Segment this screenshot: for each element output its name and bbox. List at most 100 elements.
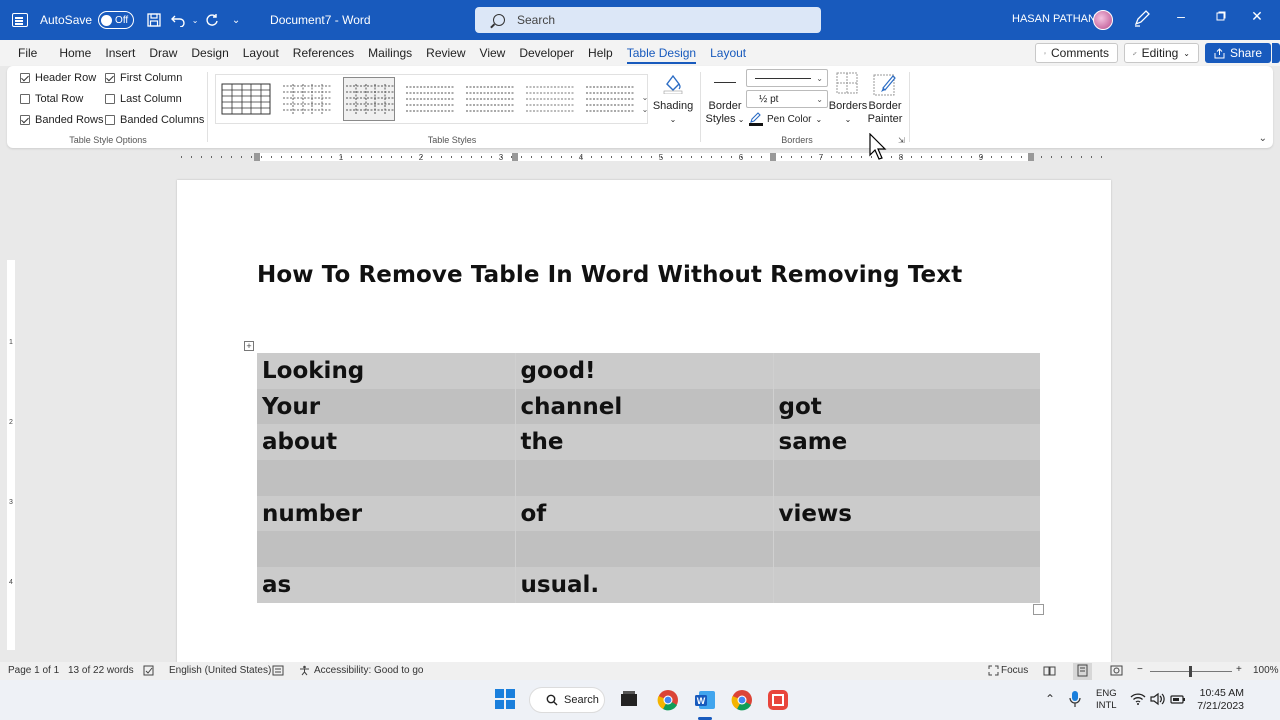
autosave-control[interactable]: AutoSave Off bbox=[40, 11, 135, 29]
capcut-icon[interactable] bbox=[766, 688, 790, 712]
table-cell[interactable]: good! bbox=[515, 353, 774, 389]
table-move-handle-icon[interactable]: + bbox=[244, 341, 254, 351]
redo-icon[interactable] bbox=[200, 8, 224, 32]
ruler-margin-marker[interactable] bbox=[254, 153, 260, 161]
tab-table-layout[interactable]: Layout bbox=[703, 40, 753, 66]
table-cell[interactable] bbox=[257, 460, 516, 496]
web-layout-icon[interactable] bbox=[1110, 665, 1123, 679]
table-style-selected[interactable] bbox=[343, 77, 395, 121]
battery-icon[interactable] bbox=[1170, 692, 1194, 716]
tab-view[interactable]: View bbox=[473, 40, 513, 66]
zoom-in-icon[interactable]: + bbox=[1236, 664, 1242, 675]
pen-color-button[interactable]: Pen Color ⌄ bbox=[749, 112, 822, 126]
word-taskbar-icon[interactable]: W bbox=[693, 688, 717, 712]
borders-icon[interactable] bbox=[836, 72, 858, 97]
undo-icon[interactable] bbox=[166, 8, 190, 32]
search-input[interactable]: Search bbox=[475, 7, 821, 33]
microphone-icon[interactable] bbox=[1067, 690, 1091, 714]
tab-insert[interactable]: Insert bbox=[98, 40, 142, 66]
tab-home[interactable]: Home bbox=[52, 40, 98, 66]
table-cell[interactable] bbox=[515, 460, 774, 496]
total-row-option[interactable]: Total Row bbox=[20, 93, 83, 105]
document-heading[interactable]: How To Remove Table In Word Without Remo… bbox=[257, 262, 962, 288]
table-cell[interactable]: Your bbox=[257, 388, 516, 425]
word-count[interactable]: 13 of 22 words bbox=[68, 665, 134, 676]
column-marker[interactable] bbox=[770, 153, 776, 161]
borders-dialog-launcher-icon[interactable]: ⇲ bbox=[898, 136, 905, 145]
show-hidden-icons[interactable]: ⌃ bbox=[1045, 692, 1055, 706]
table-row[interactable]: as usual. bbox=[257, 567, 1040, 603]
banded-rows-option[interactable]: Banded Rows bbox=[20, 114, 104, 126]
chrome-icon[interactable] bbox=[656, 688, 680, 712]
accessibility-status[interactable]: Accessibility: Good to go bbox=[314, 665, 424, 676]
table-row[interactable] bbox=[257, 460, 1040, 496]
banded-rows-checkbox[interactable] bbox=[20, 115, 30, 125]
gallery-scroll[interactable]: ⌄ ⌄ bbox=[639, 92, 651, 116]
border-styles-button[interactable]: Border Styles ⌄ bbox=[704, 100, 746, 126]
editing-mode-button[interactable]: Editing ⌄ bbox=[1124, 43, 1199, 63]
table-row[interactable] bbox=[257, 531, 1040, 568]
first-column-checkbox[interactable] bbox=[105, 73, 115, 83]
comments-button[interactable]: Comments bbox=[1035, 43, 1118, 63]
page-count[interactable]: Page 1 of 1 bbox=[8, 665, 59, 676]
tab-help[interactable]: Help bbox=[581, 40, 620, 66]
document-page[interactable]: How To Remove Table In Word Without Remo… bbox=[177, 180, 1111, 665]
tab-draw[interactable]: Draw bbox=[142, 40, 184, 66]
table-cell[interactable]: of bbox=[515, 495, 774, 532]
tab-table-design[interactable]: Table Design bbox=[620, 40, 703, 66]
shading-button[interactable]: Shading ⌄ bbox=[652, 100, 694, 126]
zoom-out-icon[interactable]: − bbox=[1137, 664, 1143, 675]
table-cell[interactable] bbox=[773, 353, 1040, 389]
minimize-button[interactable]: – bbox=[1169, 8, 1193, 24]
tab-mailings[interactable]: Mailings bbox=[361, 40, 419, 66]
border-painter-icon[interactable] bbox=[873, 72, 897, 99]
table-style-plain-2[interactable] bbox=[524, 79, 576, 119]
tab-layout[interactable]: Layout bbox=[236, 40, 286, 66]
close-button[interactable]: ✕ bbox=[1245, 8, 1269, 25]
zoom-level[interactable]: 100% bbox=[1253, 665, 1279, 676]
chrome-profile-icon[interactable] bbox=[730, 688, 754, 712]
maximize-button[interactable] bbox=[1209, 8, 1233, 24]
table-cell[interactable]: channel bbox=[515, 388, 774, 425]
focus-button[interactable]: Focus bbox=[1001, 665, 1028, 676]
first-column-option[interactable]: First Column bbox=[105, 72, 182, 84]
table-cell[interactable]: about bbox=[257, 424, 516, 461]
tab-developer[interactable]: Developer bbox=[512, 40, 581, 66]
tab-references[interactable]: References bbox=[286, 40, 361, 66]
gallery-expand-icon[interactable]: ⌄ bbox=[639, 104, 651, 116]
avatar[interactable] bbox=[1093, 10, 1113, 30]
zoom-slider-thumb[interactable] bbox=[1189, 666, 1192, 677]
collapse-ribbon-icon[interactable]: ⌄ bbox=[1259, 133, 1267, 144]
language[interactable]: English (United States) bbox=[169, 665, 271, 676]
table-cell[interactable] bbox=[515, 531, 774, 568]
tab-review[interactable]: Review bbox=[419, 40, 472, 66]
border-painter-button[interactable]: Border Painter bbox=[863, 100, 907, 126]
read-mode-icon[interactable] bbox=[1043, 665, 1056, 679]
last-column-option[interactable]: Last Column bbox=[105, 93, 182, 105]
tab-design[interactable]: Design bbox=[184, 40, 235, 66]
table-cell[interactable] bbox=[773, 567, 1040, 603]
table-row[interactable]: about the same bbox=[257, 424, 1040, 461]
keyboard-language[interactable]: ENG INTL bbox=[1096, 688, 1117, 712]
banded-columns-checkbox[interactable] bbox=[105, 115, 115, 125]
total-row-checkbox[interactable] bbox=[20, 94, 30, 104]
last-column-checkbox[interactable] bbox=[105, 94, 115, 104]
table-cell[interactable] bbox=[773, 531, 1040, 568]
gallery-more-icon[interactable]: ⌄ bbox=[639, 92, 651, 104]
clock[interactable]: 10:45 AM 7/21/2023 bbox=[1196, 687, 1244, 713]
desktop-app-icon[interactable] bbox=[618, 688, 642, 712]
windows-start-icon[interactable] bbox=[494, 688, 518, 712]
banded-columns-option[interactable]: Banded Columns bbox=[105, 114, 204, 126]
table-style-dashed-grid[interactable] bbox=[281, 79, 333, 119]
taskbar-search[interactable]: Search bbox=[529, 687, 605, 713]
table-cell[interactable] bbox=[773, 460, 1040, 496]
table-cell[interactable] bbox=[257, 531, 516, 568]
table-resize-handle[interactable] bbox=[1033, 604, 1044, 615]
shading-icon[interactable] bbox=[662, 72, 684, 97]
header-row-option[interactable]: Header Row bbox=[20, 72, 96, 84]
table-row[interactable]: number of views bbox=[257, 495, 1040, 532]
column-marker[interactable] bbox=[512, 153, 518, 161]
header-row-checkbox[interactable] bbox=[20, 73, 30, 83]
table-cell[interactable]: got bbox=[773, 388, 1040, 425]
autosave-toggle[interactable]: Off bbox=[98, 11, 135, 29]
